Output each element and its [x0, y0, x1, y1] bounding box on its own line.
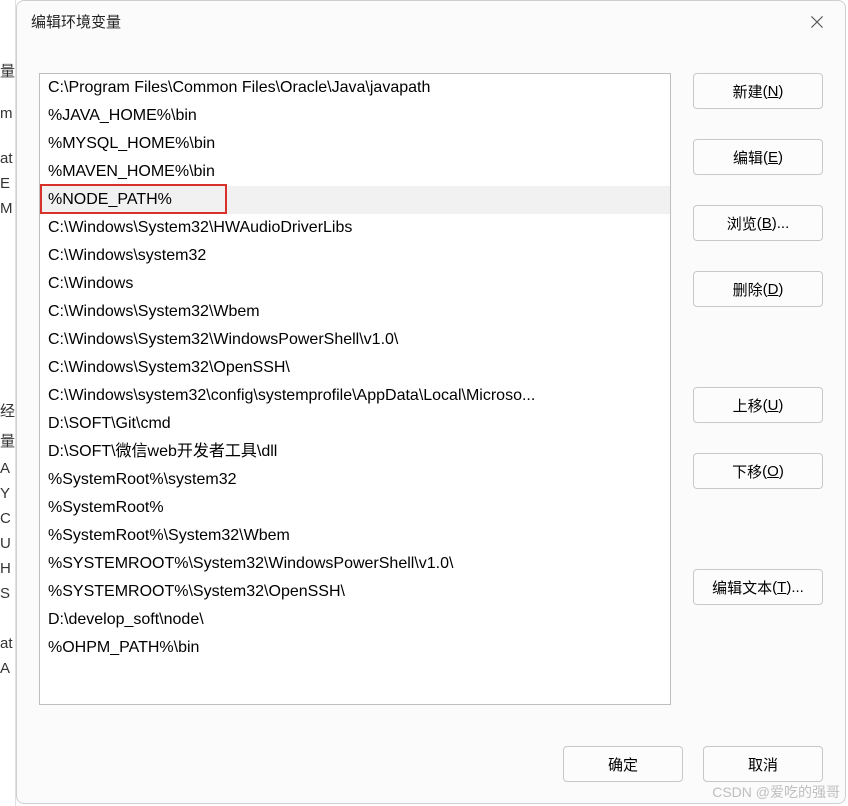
- list-item[interactable]: C:\Program Files\Common Files\Oracle\Jav…: [40, 74, 670, 102]
- edit-text-button[interactable]: 编辑文本(T)...: [693, 569, 823, 605]
- list-item[interactable]: %SystemRoot%\system32: [40, 466, 670, 494]
- list-item[interactable]: %SYSTEMROOT%\System32\OpenSSH\: [40, 578, 670, 606]
- list-item[interactable]: %SystemRoot%: [40, 494, 670, 522]
- list-item[interactable]: C:\Windows: [40, 270, 670, 298]
- list-item[interactable]: C:\Windows\System32\Wbem: [40, 298, 670, 326]
- background-text-fragment: 经: [0, 400, 15, 421]
- list-item[interactable]: %MAVEN_HOME%\bin: [40, 158, 670, 186]
- list-item[interactable]: %OHPM_PATH%\bin: [40, 634, 670, 662]
- list-item[interactable]: D:\SOFT\微信web开发者工具\dll: [40, 438, 670, 466]
- list-item[interactable]: %NODE_PATH%: [40, 186, 670, 214]
- new-button[interactable]: 新建(N): [693, 73, 823, 109]
- path-listbox[interactable]: C:\Program Files\Common Files\Oracle\Jav…: [39, 73, 671, 705]
- cancel-button[interactable]: 取消: [703, 746, 823, 782]
- background-text-fragment: U: [0, 535, 11, 552]
- list-item[interactable]: C:\Windows\System32\OpenSSH\: [40, 354, 670, 382]
- bottom-bar: 确定 取消: [17, 725, 845, 803]
- list-item[interactable]: %MYSQL_HOME%\bin: [40, 130, 670, 158]
- background-text-fragment: E: [0, 175, 10, 192]
- list-item[interactable]: C:\Windows\system32: [40, 242, 670, 270]
- browse-button[interactable]: 浏览(B)...: [693, 205, 823, 241]
- list-item[interactable]: C:\Windows\System32\HWAudioDriverLibs: [40, 214, 670, 242]
- content-area: C:\Program Files\Common Files\Oracle\Jav…: [17, 43, 845, 725]
- list-item[interactable]: D:\SOFT\Git\cmd: [40, 410, 670, 438]
- dialog-title: 编辑环境变量: [31, 11, 803, 32]
- background-text-fragment: 量: [0, 60, 15, 81]
- background-text-fragment: at: [0, 150, 13, 167]
- edit-button[interactable]: 编辑(E): [693, 139, 823, 175]
- move-up-button[interactable]: 上移(U): [693, 387, 823, 423]
- background-text-fragment: A: [0, 660, 10, 677]
- background-text-fragment: at: [0, 635, 13, 652]
- close-icon: [810, 15, 824, 29]
- side-buttons: 新建(N) 编辑(E) 浏览(B)... 删除(D) 上移(U) 下移(O) 编…: [693, 73, 823, 725]
- move-down-button[interactable]: 下移(O): [693, 453, 823, 489]
- list-item[interactable]: C:\Windows\system32\config\systemprofile…: [40, 382, 670, 410]
- list-item[interactable]: %JAVA_HOME%\bin: [40, 102, 670, 130]
- close-button[interactable]: [803, 8, 831, 36]
- list-item[interactable]: D:\develop_soft\node\: [40, 606, 670, 634]
- list-item[interactable]: %SystemRoot%\System32\Wbem: [40, 522, 670, 550]
- background-text-fragment: m: [0, 105, 13, 122]
- ok-button[interactable]: 确定: [563, 746, 683, 782]
- background-text-fragment: Y: [0, 485, 10, 502]
- edit-env-var-dialog: 编辑环境变量 C:\Program Files\Common Files\Ora…: [16, 0, 846, 804]
- titlebar: 编辑环境变量: [17, 1, 845, 43]
- delete-button[interactable]: 删除(D): [693, 271, 823, 307]
- background-text-fragment: 量: [0, 430, 15, 451]
- background-text-fragment: M: [0, 200, 13, 217]
- background-text-fragment: H: [0, 560, 11, 577]
- list-item[interactable]: %SYSTEMROOT%\System32\WindowsPowerShell\…: [40, 550, 670, 578]
- background-text-fragment: C: [0, 510, 11, 527]
- background-text-fragment: A: [0, 460, 10, 477]
- background-text-fragment: S: [0, 585, 10, 602]
- list-item[interactable]: C:\Windows\System32\WindowsPowerShell\v1…: [40, 326, 670, 354]
